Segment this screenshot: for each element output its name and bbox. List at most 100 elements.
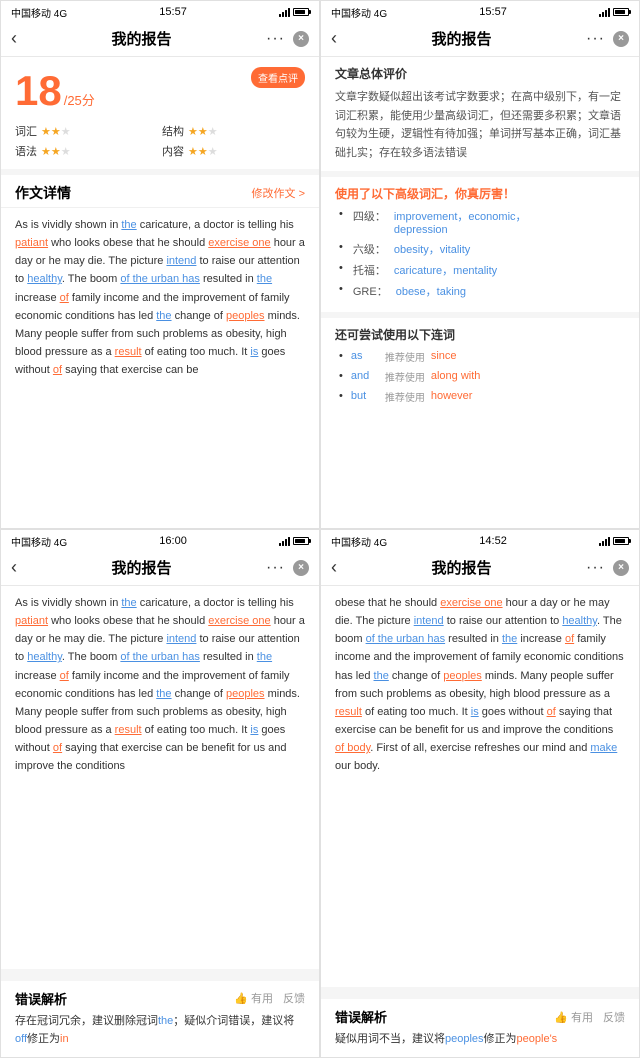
close-button-4[interactable]: ×	[613, 560, 629, 576]
nav-bar-1: ‹ 我的报告 ··· ×	[1, 21, 319, 57]
nav-actions-1: ··· ×	[266, 30, 309, 48]
panel-top-left: 中国移动 4G 15:57 ‹ 我的报告 ··· × 查看点评	[0, 0, 320, 529]
bar4	[288, 8, 290, 17]
time-1: 15:57	[159, 6, 187, 18]
status-bar-3: 中国移动 4G 16:00	[1, 530, 319, 550]
helpful-button-3[interactable]: 👍 有用	[234, 990, 273, 1006]
status-right-3	[279, 536, 309, 546]
close-button-1[interactable]: ×	[293, 31, 309, 47]
back-button-4[interactable]: ‹	[331, 557, 337, 578]
score-number: 18	[15, 67, 62, 115]
error-actions-3: 👍 有用 反馈	[234, 990, 305, 1006]
conj-suggest-but: however	[431, 390, 473, 402]
essay-text-3: As is vividly shown in the caricature, a…	[15, 597, 305, 772]
metric-vocab-label: 词汇	[15, 123, 37, 139]
feedback-button-3[interactable]: 反馈	[283, 990, 305, 1006]
metric-vocab: 词汇 ★★★	[15, 123, 158, 139]
more-button-1[interactable]: ···	[266, 30, 285, 48]
carrier-left-4: 中国移动 4G	[331, 534, 387, 549]
error-section-4: 错误解析 👍 有用 反馈 疑似用词不当，建议将peoples修正为people'…	[321, 993, 639, 1057]
vocab-item-gre: GRE： obese，taking	[335, 283, 625, 299]
score-metrics: 词汇 ★★★ 结构 ★★★ 语法 ★★★ 内容 ★★★	[15, 123, 305, 159]
error-section-3: 错误解析 👍 有用 反馈 存在冠词冗余，建议删除冠词the；疑似介词错误，建议将…	[1, 975, 319, 1057]
vocab-item-cet6: 六级： obesity，vitality	[335, 241, 625, 257]
nav-bar-2: ‹ 我的报告 ··· ×	[321, 21, 639, 57]
status-right-4	[599, 536, 629, 546]
screen-grid: 中国移动 4G 15:57 ‹ 我的报告 ··· × 查看点评	[0, 0, 640, 1058]
metric-grammar: 语法 ★★★	[15, 143, 158, 159]
signal-icon	[279, 7, 290, 17]
more-button-2[interactable]: ···	[586, 30, 605, 48]
signal-icon-4	[599, 536, 610, 546]
time-2: 15:57	[479, 6, 507, 18]
essay-body-3: As is vividly shown in the caricature, a…	[1, 586, 319, 975]
conj-word-as: as	[351, 350, 379, 362]
error-actions-4: 👍 有用 反馈	[554, 1009, 625, 1025]
bar2	[282, 12, 284, 17]
error-title-4: 错误解析	[335, 1007, 387, 1026]
nav-actions-2: ··· ×	[586, 30, 629, 48]
essay-header: 作文详情 修改作文 >	[1, 175, 319, 208]
essay-title: 作文详情	[15, 183, 71, 203]
metric-content: 内容 ★★★	[162, 143, 305, 159]
panel-top-right: 中国移动 4G 15:57 ‹ 我的报告 ··· × 文章总体评价	[320, 0, 640, 529]
conj-item-and: and 推荐使用 along with	[335, 369, 625, 384]
close-button-3[interactable]: ×	[293, 560, 309, 576]
vocab-section: 使用了以下高级词汇，你真厉害！ 四级： improvement，economic…	[321, 177, 639, 318]
nav-bar-3: ‹ 我的报告 ··· ×	[1, 550, 319, 586]
conj-suggest-and: along with	[431, 370, 481, 382]
nav-title-1: 我的报告	[112, 28, 172, 49]
bar3	[285, 10, 287, 17]
score-denom: /25分	[64, 90, 95, 109]
panel-bottom-left: 中国移动 4G 16:00 ‹ 我的报告 ··· × As is vividly	[0, 529, 320, 1058]
nav-bar-4: ‹ 我的报告 ··· ×	[321, 550, 639, 586]
signal-icon-2	[599, 7, 610, 17]
error-header-3: 错误解析 👍 有用 反馈	[15, 989, 305, 1008]
battery-icon-3	[293, 537, 309, 545]
signal-icon-3	[279, 536, 290, 546]
carrier-left-2: 中国移动 4G	[331, 5, 387, 20]
essay-text-1: As is vividly shown in the caricature, a…	[15, 219, 305, 376]
vocab-level-gre: GRE：	[353, 283, 388, 299]
back-button-3[interactable]: ‹	[11, 557, 17, 578]
metric-content-label: 内容	[162, 143, 184, 159]
vocab-level-cet4: 四级：	[353, 208, 386, 224]
nav-actions-3: ··· ×	[266, 559, 309, 577]
error-text-3: 存在冠词冗余，建议删除冠词the；疑似介词错误，建议将off修正为in	[15, 1012, 305, 1049]
score-card: 查看点评 18 /25分 词汇 ★★★ 结构 ★★★ 语法 ★★★	[1, 57, 319, 175]
edit-essay-button[interactable]: 修改作文 >	[252, 185, 305, 201]
status-right-1	[279, 7, 309, 17]
metric-grammar-stars: ★★★	[41, 145, 71, 158]
more-button-4[interactable]: ···	[586, 559, 605, 577]
status-bar-2: 中国移动 4G 15:57	[321, 1, 639, 21]
status-bar-1: 中国移动 4G 15:57	[1, 1, 319, 21]
close-button-2[interactable]: ×	[613, 31, 629, 47]
conj-word-but: but	[351, 390, 379, 402]
error-title-3: 错误解析	[15, 989, 67, 1008]
feedback-button-4[interactable]: 反馈	[603, 1009, 625, 1025]
vocab-title: 使用了以下高级词汇，你真厉害！	[335, 185, 625, 202]
status-right-2	[599, 7, 629, 17]
vocab-level-cet6: 六级：	[353, 241, 386, 257]
vocab-words-toefl: caricature，mentality	[394, 262, 497, 278]
more-button-3[interactable]: ···	[266, 559, 285, 577]
panel-bottom-right: 中国移动 4G 14:52 ‹ 我的报告 ··· × obese that he	[320, 529, 640, 1058]
back-button-2[interactable]: ‹	[331, 28, 337, 49]
metric-structure: 结构 ★★★	[162, 123, 305, 139]
helpful-button-4[interactable]: 👍 有用	[554, 1009, 593, 1025]
back-button-1[interactable]: ‹	[11, 28, 17, 49]
metric-grammar-label: 语法	[15, 143, 37, 159]
battery-icon	[293, 8, 309, 16]
view-review-button[interactable]: 查看点评	[251, 67, 305, 88]
battery-icon-4	[613, 537, 629, 545]
metric-content-stars: ★★★	[188, 145, 218, 158]
vocab-words-cet4: improvement，economic，depression	[394, 208, 527, 236]
vocab-item-toefl: 托福： caricature，mentality	[335, 262, 625, 278]
metric-structure-stars: ★★★	[188, 125, 218, 138]
conjunction-section: 还可尝试使用以下连词 as 推荐使用 since and 推荐使用 along …	[321, 318, 639, 417]
essay-body-4: obese that he should exercise one hour a…	[321, 586, 639, 993]
conj-label-and: 推荐使用	[385, 369, 425, 384]
conj-title: 还可尝试使用以下连词	[335, 326, 625, 343]
vocab-list: 四级： improvement，economic，depression 六级： …	[335, 208, 625, 299]
nav-actions-4: ··· ×	[586, 559, 629, 577]
